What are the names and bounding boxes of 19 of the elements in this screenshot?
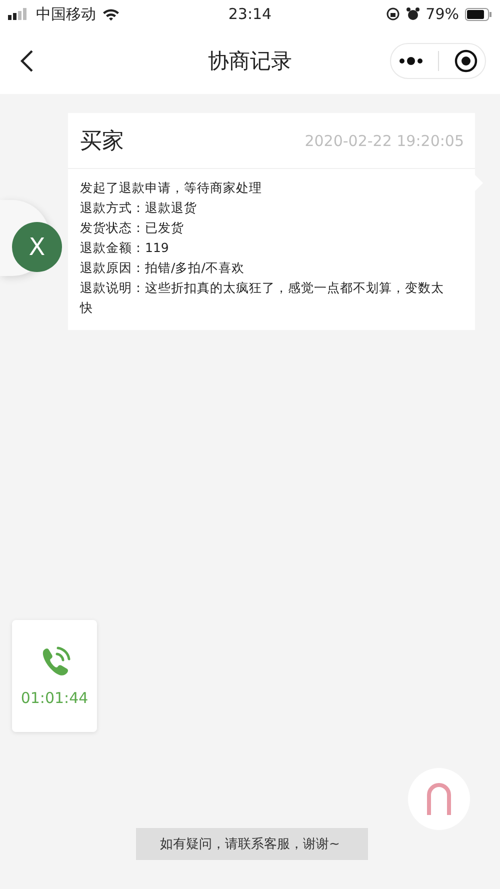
more-icon[interactable] [398, 56, 424, 66]
record-line: 退款说明：这些折扣真的太疯狂了，感觉一点都不划算，变数太快 [80, 279, 445, 317]
record-line: 发起了退款申请，等待商家处理 [80, 179, 263, 197]
call-card[interactable]: 01:01:44 [12, 620, 97, 732]
battery-icon [465, 8, 492, 20]
page-title: 协商记录 [208, 49, 292, 73]
record-line: 退款原因：拍错/多拍/不喜欢 [80, 259, 246, 277]
clock-time: 23:14 [228, 5, 272, 23]
wifi-icon [102, 8, 120, 20]
record-line: 发货状态：已发货 [80, 219, 185, 237]
toast-message: 如有疑问，请联系客服，谢谢~ [136, 828, 368, 860]
author-name: 买家 [80, 128, 124, 156]
record-line: 退款金额：119 [80, 239, 170, 257]
record-line: 退款方式：退款退货 [80, 199, 198, 217]
call-duration: 01:01:44 [20, 689, 88, 707]
carrier-name: 中国移动 [36, 4, 96, 24]
battery-percent: 79% [426, 5, 459, 23]
record-timestamp: 2020-02-22 19:20:05 [304, 132, 464, 150]
close-target-icon[interactable] [454, 49, 478, 73]
